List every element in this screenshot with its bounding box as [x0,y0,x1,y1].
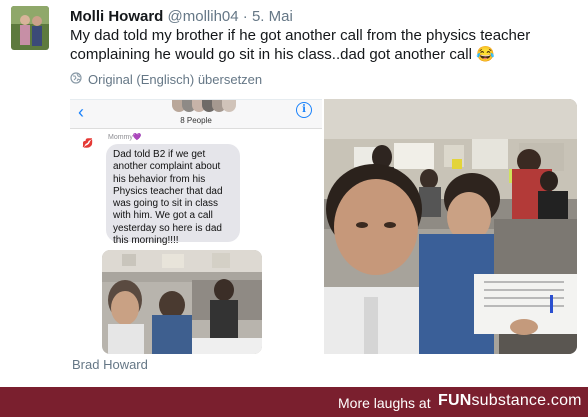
imessage-screenshot[interactable]: ‹ 8 People i Mommy💜 💋 Dad told B2 if we … [70,99,322,355]
tweet-text: My dad told my brother if he got another… [70,27,531,63]
author-avatar[interactable] [11,6,49,50]
translate-link[interactable]: Original (Englisch) übersetzen [70,72,262,87]
logo-fun: FUN [438,392,472,409]
group-avatars [172,100,236,112]
tweet-header: Molli Howard @mollih04 · 5. Mai [70,8,293,25]
logo-substance: substance [471,392,547,409]
author-name[interactable]: Molli Howard [70,8,163,25]
group-label: 8 People [180,116,212,125]
imessage-header: ‹ 8 People i [70,100,322,129]
logo-com: .com [546,392,582,409]
author-handle[interactable]: @mollih04 [168,8,239,25]
funsubstance-logo[interactable]: FUNsubstance.com [438,392,582,410]
message-photo [102,250,262,354]
watermark-footer: More laughs at FUNsubstance.com [0,387,588,417]
lips-icon: 💋 [82,138,94,148]
message-bubble: Dad told B2 if we get another complaint … [106,144,240,246]
photo-caption: Brad Howard [72,357,148,372]
info-icon: i [296,102,312,118]
classroom-photo[interactable] [324,99,577,354]
footer-text: More laughs at [338,395,431,411]
translate-label: Original (Englisch) übersetzen [88,72,263,87]
globe-icon [70,72,82,87]
message-sender: Mommy💜 [108,134,142,141]
separator: · [242,8,248,25]
tweet-date[interactable]: 5. Mai [252,8,293,25]
